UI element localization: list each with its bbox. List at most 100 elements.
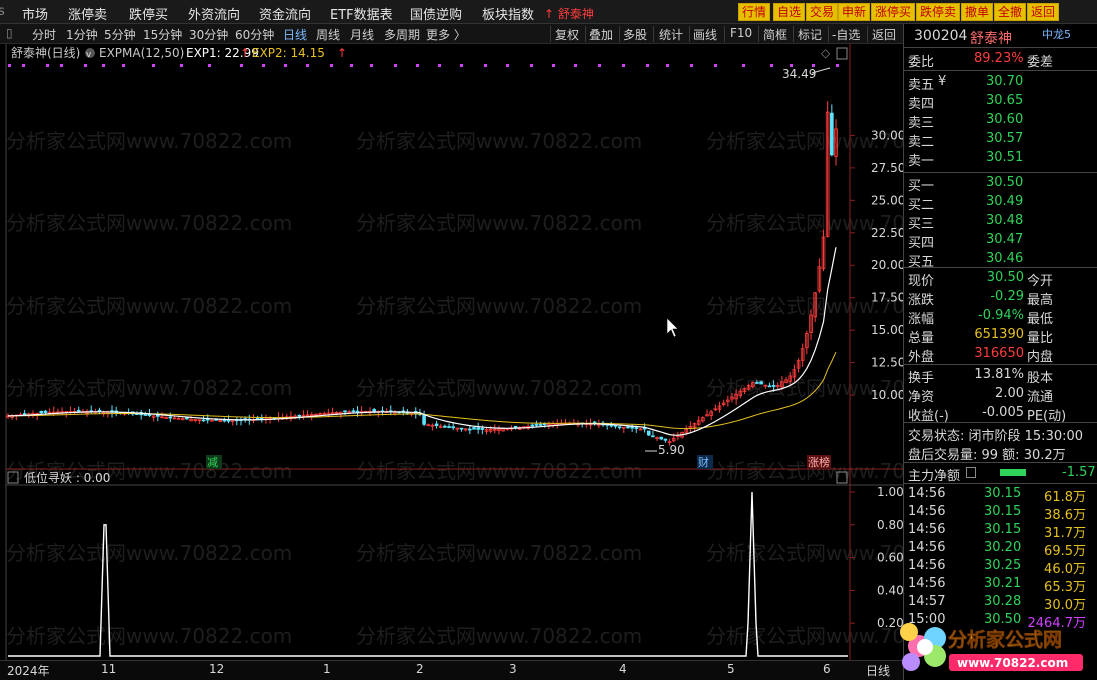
candle-body (646, 430, 651, 436)
kline-chart[interactable]: 分析家公式网www.70822.com 分析家公式网www.70822.com 分析… (0, 44, 903, 660)
dot-mark (152, 64, 155, 67)
buy-level-price: 30.50 (986, 175, 1024, 190)
stat-row: 现价 30.50 今开 (904, 269, 1097, 289)
exp2-label: EXP2: 14.15 (252, 46, 325, 60)
divider (904, 483, 1097, 484)
dot-mark (836, 64, 839, 67)
candle-body (39, 410, 44, 414)
quick-button-cancel-order[interactable]: 撤单 (961, 3, 994, 21)
tool-draw-line[interactable]: 画线 (693, 26, 717, 43)
dot-mark (102, 64, 105, 67)
date-label-jun: 6 (823, 662, 831, 676)
sell-level-5[interactable]: 卖五 ¥30.70 (904, 73, 1097, 93)
tick-price: 30.20 (984, 540, 1022, 555)
period-weekly[interactable]: 周线 (316, 26, 340, 43)
toolbar-divider (793, 26, 794, 42)
candle-body (480, 428, 485, 430)
tool-multi-stock[interactable]: 多股 (623, 26, 647, 43)
period-30min[interactable]: 30分钟 (189, 26, 228, 43)
tool-remove-watchlist[interactable]: -自选 (832, 26, 860, 43)
period-monthly[interactable]: 月线 (350, 26, 374, 43)
candle-body (22, 413, 27, 415)
toolbar-divider (867, 26, 868, 42)
tool-simple-frame[interactable]: 简框 (763, 26, 787, 43)
price-tick-label: 20.00 (871, 258, 903, 272)
quick-button-trade[interactable]: 交易 (806, 3, 839, 21)
sell-level-1[interactable]: 卖一 30.51 (904, 149, 1097, 169)
main-flow-row[interactable]: 主力净额 -1.57 (904, 464, 1097, 484)
period-multi[interactable]: 多周期 (384, 26, 420, 43)
quick-button-limit-down-sell[interactable]: 跌停卖 (916, 3, 961, 21)
sell-level-label: 卖三 (908, 116, 935, 131)
menu-limit-up-sell[interactable]: 涨停卖 (68, 4, 107, 23)
sell-level-label: 卖二 (908, 135, 935, 150)
weibi-row: 委比 89.23% 委差 (904, 50, 1097, 70)
tool-adjust[interactable]: 复权 (555, 26, 579, 43)
sell-level-3[interactable]: 卖三 30.60 (904, 111, 1097, 131)
quick-button-cancel-all[interactable]: 全撤 (994, 3, 1027, 21)
panel-toggle-icon[interactable]: ▯ (6, 26, 13, 40)
diamond-icon[interactable]: ◇ (821, 46, 831, 60)
watermark-text: 分析家公式网www.70822.com (6, 211, 292, 235)
sell-level-2[interactable]: 卖二 30.57 (904, 130, 1097, 150)
quick-button-back[interactable]: 返回 (1027, 3, 1060, 21)
period-1min[interactable]: 1分钟 (66, 26, 98, 43)
tool-back[interactable]: 返回 (872, 26, 896, 43)
quick-button-watchlist[interactable]: 自选 (773, 3, 806, 21)
menu-sector-index[interactable]: 板块指数 (482, 4, 534, 23)
menu-foreign-flow[interactable]: 外资流向 (188, 4, 240, 23)
stat-right-label: 流通 (1027, 390, 1054, 405)
tick-price: 30.50 (984, 612, 1022, 627)
buy-level-1[interactable]: 买一 30.50 (904, 174, 1097, 194)
exp1-up-arrow: ↑ (240, 46, 250, 60)
divider (904, 70, 1097, 71)
stat-right-label: 最高 (1027, 293, 1054, 308)
low-price-label: 5.90 (658, 443, 685, 457)
buy-level-4[interactable]: 买四 30.47 (904, 231, 1097, 251)
tick-price: 30.15 (984, 522, 1022, 537)
date-label-jan: 1 (323, 662, 331, 676)
dot-mark (438, 64, 441, 67)
buy-level-2[interactable]: 买二 30.49 (904, 193, 1097, 213)
divider (904, 364, 1097, 365)
dot-mark (742, 64, 745, 67)
menu-etf-table[interactable]: ETF数据表 (330, 4, 393, 23)
trade-status: 交易状态: 闭市阶段 15:30:00 (904, 424, 1097, 444)
divider (904, 462, 1097, 463)
candle-body (76, 409, 81, 412)
period-daily[interactable]: 日线 (283, 26, 307, 43)
dot-mark (416, 64, 419, 67)
stat-value: -0.29 (990, 289, 1024, 304)
stat-label: 现价 (908, 274, 935, 289)
tool-stats[interactable]: 统计 (659, 26, 683, 43)
sell-level-4[interactable]: 卖四 30.65 (904, 92, 1097, 112)
buy-level-price: 30.49 (986, 194, 1024, 209)
quick-button-ipo[interactable]: 申新 (838, 3, 871, 21)
period-60min[interactable]: 60分钟 (235, 26, 274, 43)
buy-level-price: 30.47 (986, 232, 1024, 247)
period-15min[interactable]: 15分钟 (143, 26, 182, 43)
stat-value: -0.94% (978, 308, 1024, 323)
period-intraday[interactable]: 分时 (32, 26, 56, 43)
tool-mark[interactable]: 标记 (798, 26, 822, 43)
main-flow-menu-icon[interactable] (966, 467, 976, 478)
tool-f10[interactable]: F10 (730, 26, 752, 40)
menu-capital-flow[interactable]: 资金流向 (259, 4, 311, 23)
period-more[interactable]: 更多 〉 (426, 26, 466, 43)
tool-overlay[interactable]: 叠加 (589, 26, 613, 43)
candle-body (355, 410, 360, 413)
stat-label: 换手 (908, 371, 935, 386)
tick-row: 14:56 30.15 61.8万 (904, 485, 1097, 505)
quote-header: 300204 舒泰神 中龙5 (904, 24, 1097, 48)
menu-reverse-repo[interactable]: 国债逆购 (410, 4, 462, 23)
buy-level-3[interactable]: 买三 30.48 (904, 212, 1097, 232)
menu-limit-down-buy[interactable]: 跌停买 (129, 4, 168, 23)
price-tick-label: 27.50 (871, 161, 903, 175)
quick-button-quote[interactable]: 行情 (738, 3, 771, 21)
dot-mark (60, 64, 63, 67)
candle-body (185, 417, 189, 420)
stock-code: 300204 (914, 28, 968, 44)
period-5min[interactable]: 5分钟 (104, 26, 136, 43)
menu-market[interactable]: 市场 (22, 4, 48, 23)
quick-button-limit-up-buy[interactable]: 涨停买 (871, 3, 916, 21)
